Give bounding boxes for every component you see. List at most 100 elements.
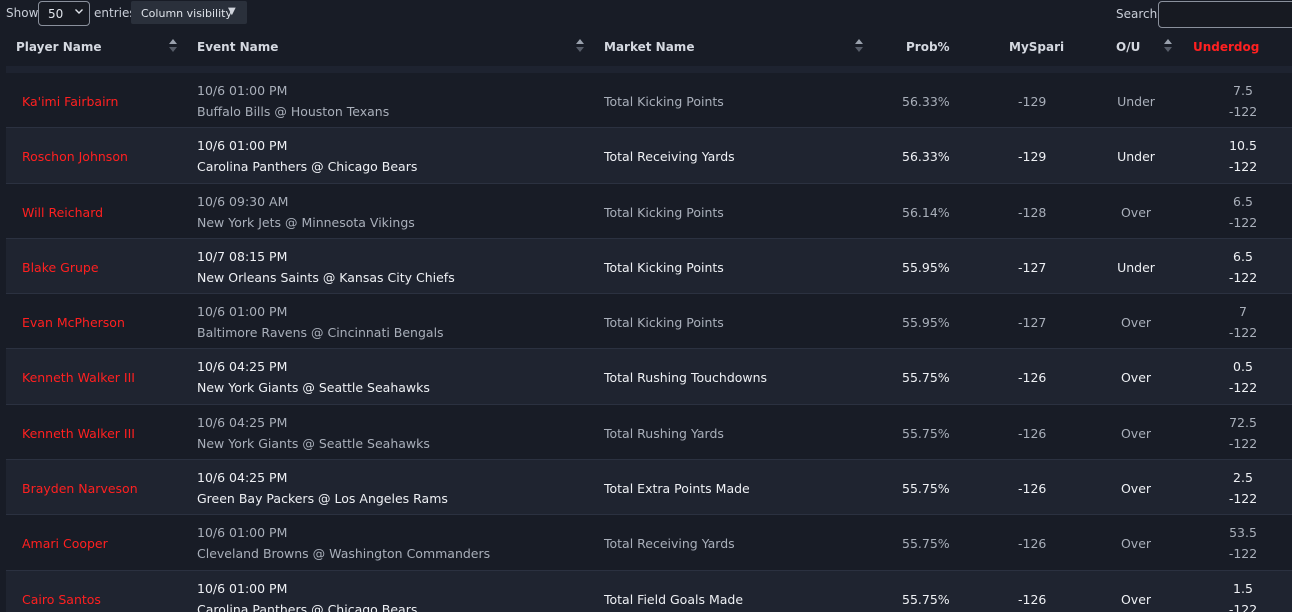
ou-value: Over — [1120, 370, 1152, 386]
underdog-odds: -122 — [1228, 159, 1258, 175]
caret-down-icon: ▼ — [228, 6, 236, 17]
column-header-underdog[interactable]: Underdog — [1193, 40, 1259, 54]
prob-value: 55.75% — [902, 591, 950, 607]
myspari-value: -129 — [1018, 149, 1047, 165]
event-name: New York Giants @ Seattle Seahawks — [197, 435, 430, 451]
prob-value: 55.95% — [902, 315, 950, 331]
underdog-odds: -122 — [1228, 214, 1258, 230]
player-name-link[interactable]: Roschon Johnson — [22, 149, 128, 164]
player-name-link[interactable]: Evan McPherson — [22, 315, 125, 330]
ou-value: Under — [1117, 259, 1155, 275]
underdog-odds: -122 — [1228, 491, 1258, 507]
sort-icon[interactable] — [854, 38, 864, 54]
ou-value: Over — [1120, 591, 1152, 607]
event-name: Buffalo Bills @ Houston Texans — [197, 104, 390, 119]
search-input[interactable] — [1158, 1, 1292, 28]
props-table-page: Show 50 entries Column visibility ▼ Sear… — [0, 0, 1292, 612]
column-header-event-name[interactable]: Event Name — [197, 40, 278, 54]
market-name: Total Kicking Points — [604, 94, 724, 109]
myspari-value: -128 — [1018, 204, 1047, 220]
market-name: Total Rushing Yards — [604, 425, 724, 441]
event-name: Cleveland Browns @ Washington Commanders — [197, 546, 491, 562]
myspari-value: -126 — [1018, 370, 1047, 386]
entries-length-select[interactable]: 50 — [38, 1, 90, 26]
prob-value: 55.75% — [902, 425, 950, 441]
market-name: Total Kicking Points — [604, 259, 724, 275]
market-name: Total Extra Points Made — [604, 481, 750, 497]
table-row[interactable]: Brayden Narveson 10/6 04:25 PM Green Bay… — [6, 460, 1292, 516]
column-visibility-button[interactable]: Column visibility ▼ — [131, 1, 247, 24]
event-time: 10/6 04:25 PM — [197, 470, 288, 486]
underdog-line: 10.5 — [1229, 138, 1257, 154]
table-row[interactable]: Cairo Santos 10/6 01:00 PM Carolina Pant… — [6, 570, 1292, 612]
prob-value: 56.33% — [902, 149, 950, 165]
ou-value: Over — [1120, 425, 1152, 441]
table-row[interactable]: Kenneth Walker III 10/6 04:25 PM New Yor… — [6, 404, 1292, 461]
table-body: Ka'imi Fairbairn 10/6 01:00 PM Buffalo B… — [6, 73, 1292, 612]
market-name: Total Rushing Touchdowns — [604, 370, 768, 386]
underdog-line: 6.5 — [1233, 248, 1253, 264]
event-name: New Orleans Saints @ Kansas City Chiefs — [197, 269, 455, 285]
underdog-odds: -122 — [1228, 435, 1258, 451]
table-row[interactable]: Ka'imi Fairbairn 10/6 01:00 PM Buffalo B… — [6, 73, 1292, 129]
market-name: Total Receiving Yards — [604, 536, 735, 552]
myspari-value: -127 — [1018, 259, 1047, 275]
event-name: New York Jets @ Minnesota Vikings — [197, 214, 415, 230]
player-name-link[interactable]: Brayden Narveson — [22, 481, 138, 496]
prob-value: 55.75% — [902, 536, 950, 552]
table-row[interactable]: Roschon Johnson 10/6 01:00 PM Carolina P… — [6, 128, 1292, 184]
event-time: 10/6 09:30 AM — [197, 193, 289, 209]
player-name-link[interactable]: Ka'imi Fairbairn — [22, 94, 118, 109]
column-header-myspari[interactable]: MySpari — [1009, 40, 1064, 54]
prob-value: 55.95% — [902, 259, 950, 275]
player-name-link[interactable]: Kenneth Walker III — [22, 426, 135, 441]
prob-value: 56.14% — [902, 204, 950, 220]
myspari-value: -127 — [1018, 315, 1047, 331]
underdog-odds: -122 — [1228, 325, 1258, 341]
sort-icon[interactable] — [168, 38, 178, 54]
underdog-line: 72.5 — [1229, 414, 1257, 430]
column-header-ou[interactable]: O/U — [1116, 40, 1140, 54]
market-name: Total Kicking Points — [604, 204, 724, 220]
player-name-link[interactable]: Blake Grupe — [22, 260, 99, 275]
underdog-line: 7.5 — [1233, 83, 1253, 98]
market-name: Total Field Goals Made — [604, 591, 744, 607]
show-label: Show — [6, 6, 39, 20]
event-time: 10/6 01:00 PM — [197, 83, 288, 98]
underdog-line: 2.5 — [1233, 470, 1253, 486]
underdog-odds: -122 — [1228, 601, 1258, 612]
ou-value: Under — [1117, 94, 1155, 109]
event-name: Baltimore Ravens @ Cincinnati Bengals — [197, 325, 444, 341]
myspari-value: -129 — [1018, 94, 1047, 109]
table-row[interactable]: Amari Cooper 10/6 01:00 PM Cleveland Bro… — [6, 515, 1292, 571]
column-header-player-name[interactable]: Player Name — [16, 40, 101, 54]
player-name-link[interactable]: Will Reichard — [22, 205, 103, 220]
column-visibility-label: Column visibility — [141, 7, 232, 20]
underdog-odds: -122 — [1228, 380, 1258, 396]
column-header-market-name[interactable]: Market Name — [604, 40, 694, 54]
table-row[interactable]: Will Reichard 10/6 09:30 AM New York Jet… — [6, 183, 1292, 239]
ou-value: Over — [1120, 204, 1152, 220]
table-row[interactable]: Blake Grupe 10/7 08:15 PM New Orleans Sa… — [6, 238, 1292, 295]
underdog-line: 53.5 — [1229, 525, 1257, 541]
table-header: Player Name Event Name Market Name Prob%… — [0, 28, 1292, 66]
event-time: 10/6 04:25 PM — [197, 359, 288, 375]
underdog-line: 6.5 — [1233, 193, 1253, 209]
ou-value: Over — [1120, 315, 1152, 331]
sort-icon[interactable] — [1163, 38, 1173, 54]
player-name-link[interactable]: Kenneth Walker III — [22, 370, 135, 385]
table-row[interactable]: Evan McPherson 10/6 01:00 PM Baltimore R… — [6, 294, 1292, 350]
table-controls: Show 50 entries Column visibility ▼ Sear… — [0, 0, 1292, 28]
market-name: Total Receiving Yards — [604, 149, 735, 165]
underdog-odds: -122 — [1228, 269, 1258, 285]
table-row[interactable]: Kenneth Walker III 10/6 04:25 PM New Yor… — [6, 349, 1292, 405]
player-name-link[interactable]: Cairo Santos — [22, 592, 101, 607]
myspari-value: -126 — [1018, 481, 1047, 497]
underdog-odds: -122 — [1228, 104, 1258, 119]
event-time: 10/6 01:00 PM — [197, 580, 288, 596]
column-header-prob[interactable]: Prob% — [906, 40, 950, 54]
underdog-odds: -122 — [1228, 546, 1258, 562]
sort-icon[interactable] — [575, 38, 585, 54]
event-time: 10/6 01:00 PM — [197, 525, 288, 541]
player-name-link[interactable]: Amari Cooper — [22, 536, 108, 551]
